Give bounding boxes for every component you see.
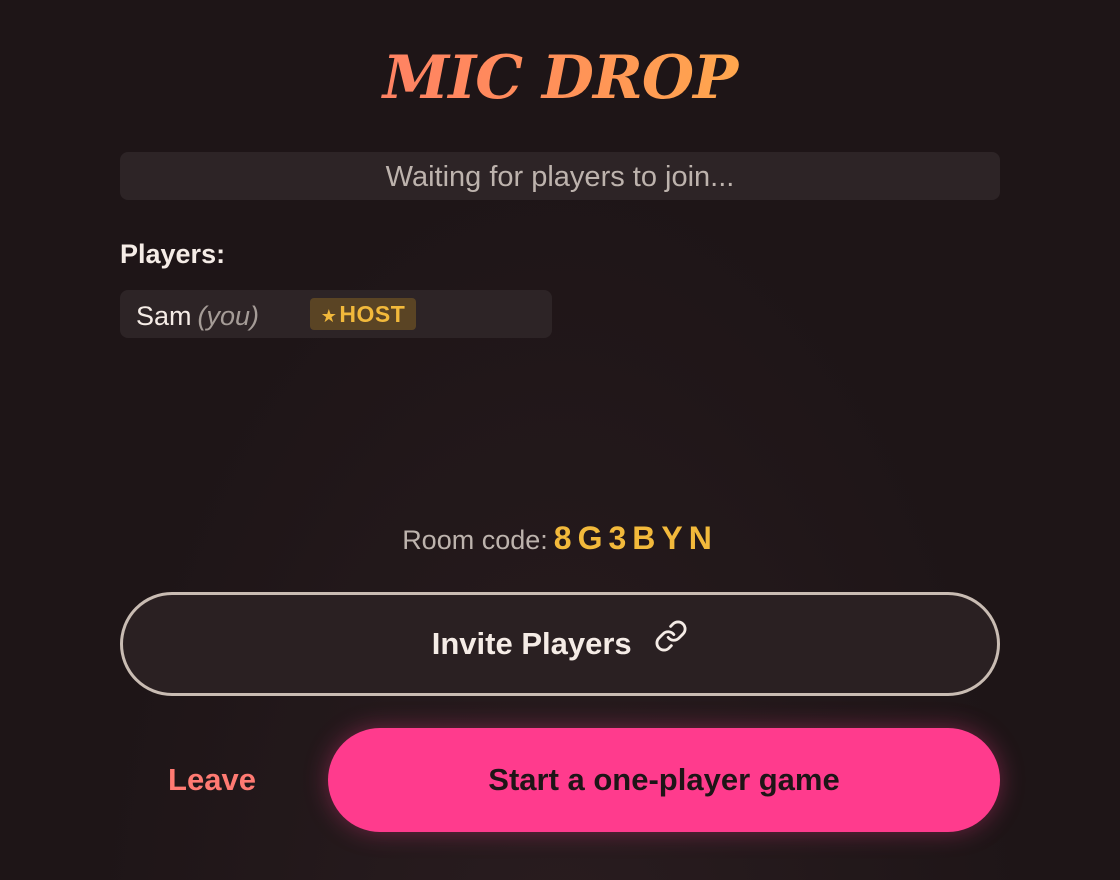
star-icon: ★ bbox=[320, 306, 338, 326]
player-you-label: (you) bbox=[197, 301, 260, 331]
invite-players-button[interactable]: Invite Players bbox=[120, 592, 1000, 696]
players-heading: Players: bbox=[120, 239, 226, 269]
host-badge: ★HOST bbox=[310, 298, 416, 330]
invite-players-label: Invite Players bbox=[431, 626, 632, 661]
start-game-button[interactable]: Start a one-player game bbox=[328, 728, 1000, 832]
link-icon bbox=[654, 594, 688, 692]
host-badge-label: HOST bbox=[339, 301, 406, 327]
lobby-screen: MIC DROP Waiting for players to join... … bbox=[0, 0, 1120, 880]
room-code-value: 8G3BYN bbox=[553, 520, 718, 556]
player-name: Sam bbox=[136, 301, 192, 331]
room-code-label: Room code: bbox=[402, 525, 548, 555]
status-message: Waiting for players to join... bbox=[120, 152, 1000, 200]
room-code-row: Room code: 8G3BYN bbox=[0, 516, 1120, 562]
player-card: Sam (you) ★HOST bbox=[120, 290, 552, 338]
player-name-row: Sam (you) bbox=[136, 290, 259, 342]
app-logo: MIC DROP bbox=[0, 38, 1120, 118]
leave-button[interactable]: Leave bbox=[148, 750, 276, 810]
